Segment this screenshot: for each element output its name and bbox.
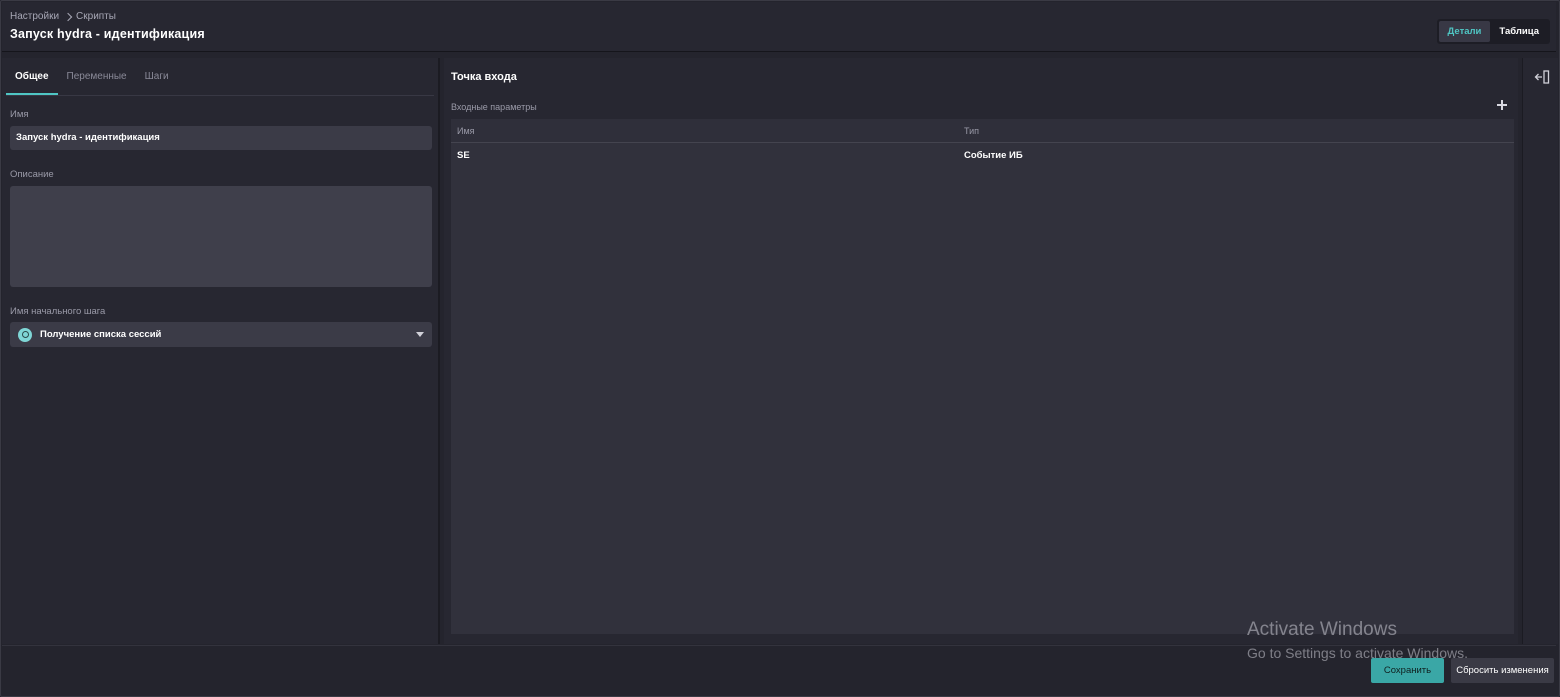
page-title: Запуск hydra - идентификация <box>10 27 205 41</box>
tab-variables[interactable]: Переменные <box>58 58 136 95</box>
start-step-select[interactable]: Получение списка сессий <box>10 322 432 347</box>
chevron-right-icon <box>63 12 73 21</box>
name-label: Имя <box>10 109 29 120</box>
column-header-name[interactable]: Имя <box>457 126 475 136</box>
entry-point-panel: Точка входа Входные параметры Имя Тип SE… <box>444 58 1518 644</box>
tab-general[interactable]: Общее <box>6 58 58 95</box>
param-name-cell: SE <box>457 150 470 161</box>
table-view-button[interactable]: Таблица <box>1490 21 1548 42</box>
table-row[interactable]: SE Событие ИБ <box>451 143 1514 168</box>
plus-icon[interactable] <box>1496 99 1508 111</box>
breadcrumb-root[interactable]: Настройки <box>10 11 59 22</box>
start-step-value: Получение списка сессий <box>40 329 162 340</box>
entry-point-title: Точка входа <box>451 71 517 83</box>
page-header: Настройки Скрипты Запуск hydra - идентиф… <box>2 2 1556 52</box>
input-params-table: Имя Тип SE Событие ИБ <box>451 119 1514 634</box>
param-type-cell: Событие ИБ <box>964 150 1023 161</box>
table-header: Имя Тип <box>451 119 1514 143</box>
right-rail <box>1522 58 1558 644</box>
footer-bar: Сохранить Сбросить изменения <box>2 645 1556 695</box>
name-input[interactable]: Запуск hydra - идентификация <box>10 126 432 150</box>
details-view-button[interactable]: Детали <box>1438 21 1491 42</box>
description-textarea[interactable] <box>10 186 432 287</box>
input-params-label: Входные параметры <box>451 102 537 112</box>
tab-steps[interactable]: Шаги <box>136 58 178 95</box>
save-button[interactable]: Сохранить <box>1371 658 1444 683</box>
reset-changes-button[interactable]: Сбросить изменения <box>1451 658 1554 683</box>
start-step-label: Имя начального шага <box>10 306 106 317</box>
script-settings-panel: Общее Переменные Шаги Имя Запуск hydra -… <box>2 58 440 644</box>
description-label: Описание <box>10 169 54 180</box>
column-header-type[interactable]: Тип <box>964 126 979 136</box>
collapse-panel-icon[interactable] <box>1534 70 1550 84</box>
chevron-down-icon <box>416 332 424 337</box>
breadcrumb: Настройки Скрипты <box>10 11 116 22</box>
view-toggle: Детали Таблица <box>1436 19 1550 44</box>
breadcrumb-current[interactable]: Скрипты <box>76 11 116 22</box>
step-icon <box>18 327 32 342</box>
tab-bar: Общее Переменные Шаги <box>6 58 434 96</box>
